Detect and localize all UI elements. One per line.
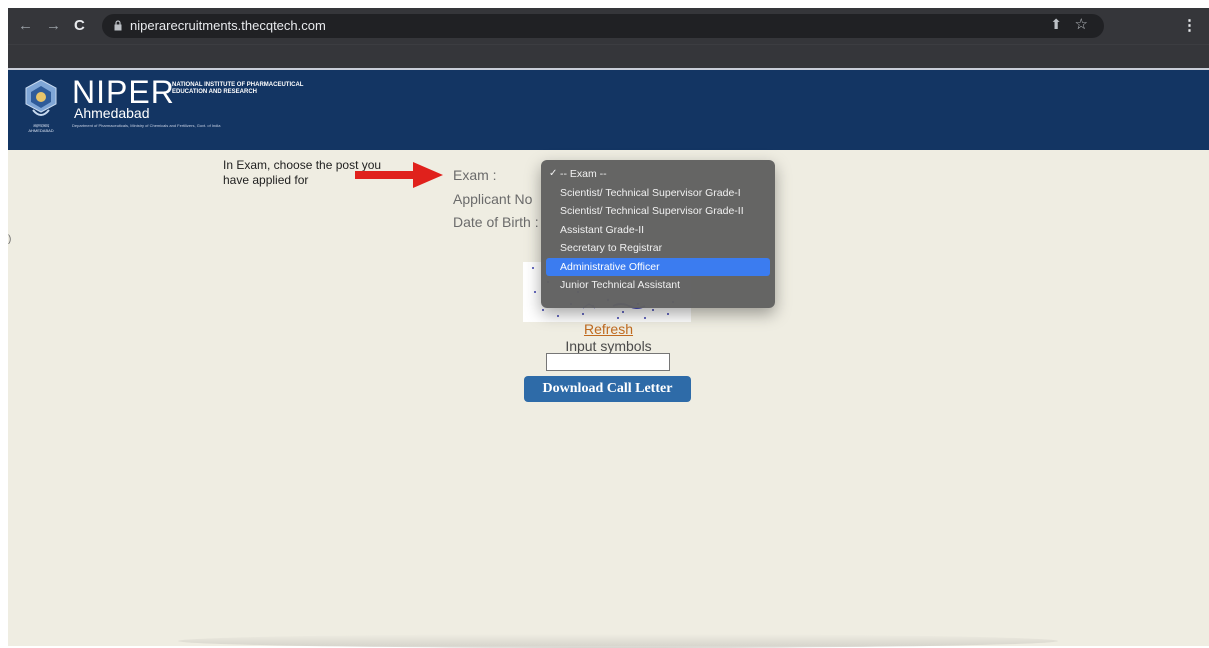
exam-option-scientist-grade-2[interactable]: Scientist/ Technical Supervisor Grade-II — [546, 202, 770, 221]
browser-menu-icon[interactable]: ⋮ — [1182, 16, 1197, 34]
emblem-caption: अहमदाबाद AHMEDABAD — [28, 123, 54, 133]
browser-lower-bar — [8, 44, 1209, 69]
exam-label: Exam : — [453, 167, 497, 183]
address-bar-url: niperarecruitments.thecqtech.com — [130, 18, 326, 33]
exam-option-scientist-grade-1[interactable]: Scientist/ Technical Supervisor Grade-I — [546, 184, 770, 203]
applicant-no-label: Applicant No — [453, 191, 533, 207]
date-of-birth-label: Date of Birth : — [453, 214, 539, 230]
red-arrow-icon — [355, 162, 443, 188]
exam-option-secretary-to-registrar[interactable]: Secretary to Registrar — [546, 239, 770, 258]
emblem-graphic — [25, 79, 57, 116]
exam-option-assistant-grade-2[interactable]: Assistant Grade-II — [546, 221, 770, 240]
checkmark-icon: ✓ — [549, 168, 558, 179]
forward-icon[interactable]: → — [46, 16, 61, 36]
refresh-captcha-link[interactable]: Refresh — [8, 321, 1209, 337]
exam-option-label: -- Exam -- — [560, 168, 607, 180]
institute-name: National Institute of Pharmaceutical Edu… — [172, 82, 304, 95]
captcha-input[interactable] — [546, 353, 670, 371]
exam-option-administrative-officer[interactable]: Administrative Officer — [546, 257, 770, 276]
reload-icon[interactable]: C — [74, 16, 85, 36]
brand-city: Ahmedabad — [74, 105, 150, 121]
left-edge-mark: ) — [8, 234, 12, 245]
bookmark-star-icon[interactable]: ☆ — [1075, 15, 1088, 33]
department-line: Department of Pharmaceuticals, Ministry … — [72, 123, 221, 128]
address-bar[interactable]: niperarecruitments.thecqtech.com ⬆ ☆ — [102, 14, 1104, 38]
share-icon[interactable]: ⬆ — [1050, 16, 1062, 33]
site-header: अहमदाबाद AHMEDABAD NIPER Ahmedabad Natio… — [8, 68, 1209, 152]
back-icon[interactable]: ← — [18, 16, 33, 36]
browser-topbar: ← → C niperarecruitments.thecqtech.com ⬆… — [8, 8, 1209, 44]
download-call-letter-button[interactable]: Download Call Letter — [524, 376, 691, 402]
browser-toolbar: ← → C niperarecruitments.thecqtech.com ⬆… — [8, 8, 1209, 69]
niper-emblem-icon: अहमदाबाद AHMEDABAD — [22, 78, 60, 134]
exam-select-dropdown[interactable]: ✓ -- Exam -- Scientist/ Technical Superv… — [541, 160, 775, 308]
lock-icon — [114, 20, 122, 31]
exam-option-junior-technical-assistant[interactable]: Junior Technical Assistant — [546, 276, 770, 295]
exam-option-placeholder[interactable]: ✓ -- Exam -- — [546, 165, 770, 184]
input-symbols-label: Input symbols — [565, 338, 652, 354]
